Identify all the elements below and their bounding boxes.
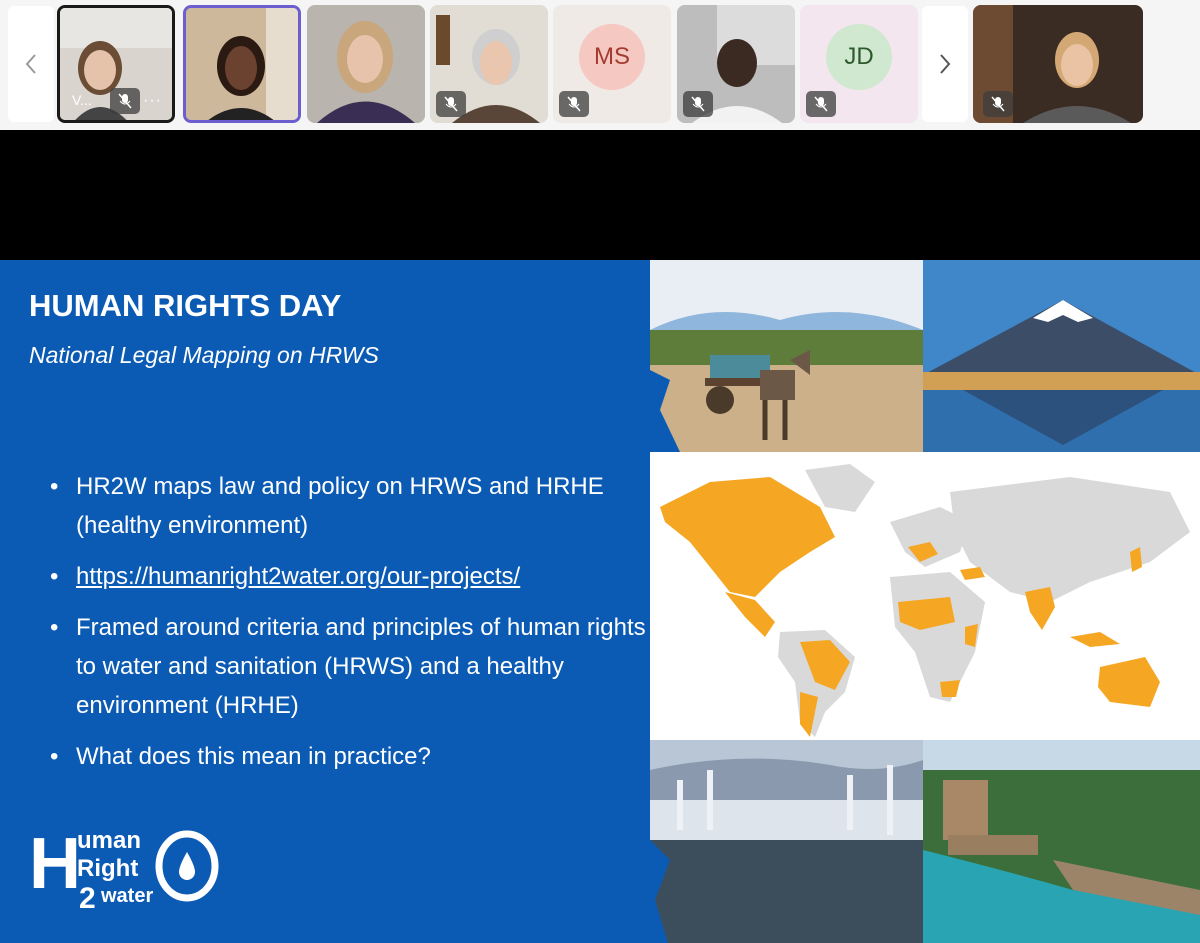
participant-tile[interactable]: [677, 5, 795, 123]
avatar: MS: [579, 24, 645, 90]
bullet-item: HR2W maps law and policy on HRWS and HRH…: [50, 467, 650, 545]
photo-snowy-river: [650, 740, 923, 943]
photo-donkey-cart: [650, 260, 923, 452]
bullet-item: What does this mean in practice?: [50, 737, 650, 776]
mic-muted-icon: [806, 91, 836, 117]
svg-text:Right: Right: [77, 855, 138, 882]
bullet-link[interactable]: https://humanright2water.org/our-project…: [50, 557, 650, 596]
photo-mountain-lake: [923, 260, 1200, 452]
svg-text:H: H: [29, 826, 81, 904]
participant-tile[interactable]: [307, 5, 425, 123]
chevron-left-icon: [25, 54, 36, 74]
participant-tile[interactable]: JD: [800, 5, 918, 123]
avatar: JD: [826, 24, 892, 90]
participant-tile[interactable]: MS: [553, 5, 671, 123]
world-map: [650, 452, 1200, 740]
svg-text:water: water: [100, 885, 153, 907]
participant-tile[interactable]: [430, 5, 548, 123]
mic-muted-icon: [436, 91, 466, 117]
mic-muted-icon: [983, 91, 1013, 117]
bullet-item: Framed around criteria and principles of…: [50, 608, 650, 725]
bullet-list: HR2W maps law and policy on HRWS and HRH…: [50, 467, 650, 788]
chevron-right-icon: [940, 54, 951, 74]
mic-muted-icon: [683, 91, 713, 117]
participant-video: [307, 5, 425, 123]
slide-title: HUMAN RIGHTS DAY: [29, 288, 342, 323]
next-page-button[interactable]: [922, 6, 968, 122]
photo-coastal-castle: [923, 740, 1200, 943]
svg-text:uman: uman: [77, 827, 141, 854]
prev-page-button[interactable]: [8, 6, 54, 122]
participant-tile[interactable]: [973, 5, 1143, 123]
svg-text:2: 2: [79, 882, 96, 915]
humanright2water-logo: H uman Right 2 water: [29, 826, 219, 915]
participant-tile[interactable]: [183, 5, 301, 123]
participant-tile[interactable]: V... ···: [57, 5, 175, 123]
mic-muted-icon: [110, 88, 140, 114]
shared-slide: HUMAN RIGHTS DAY National Legal Mapping …: [0, 260, 1200, 943]
participant-name: V...: [72, 92, 92, 108]
screen-share-letterbox: [0, 130, 1200, 260]
participant-video: [186, 8, 298, 120]
more-options-icon[interactable]: ···: [143, 92, 162, 110]
participant-strip: V... ··· MS JD: [0, 0, 1200, 130]
mic-muted-icon: [559, 91, 589, 117]
slide-subtitle: National Legal Mapping on HRWS: [29, 342, 379, 368]
